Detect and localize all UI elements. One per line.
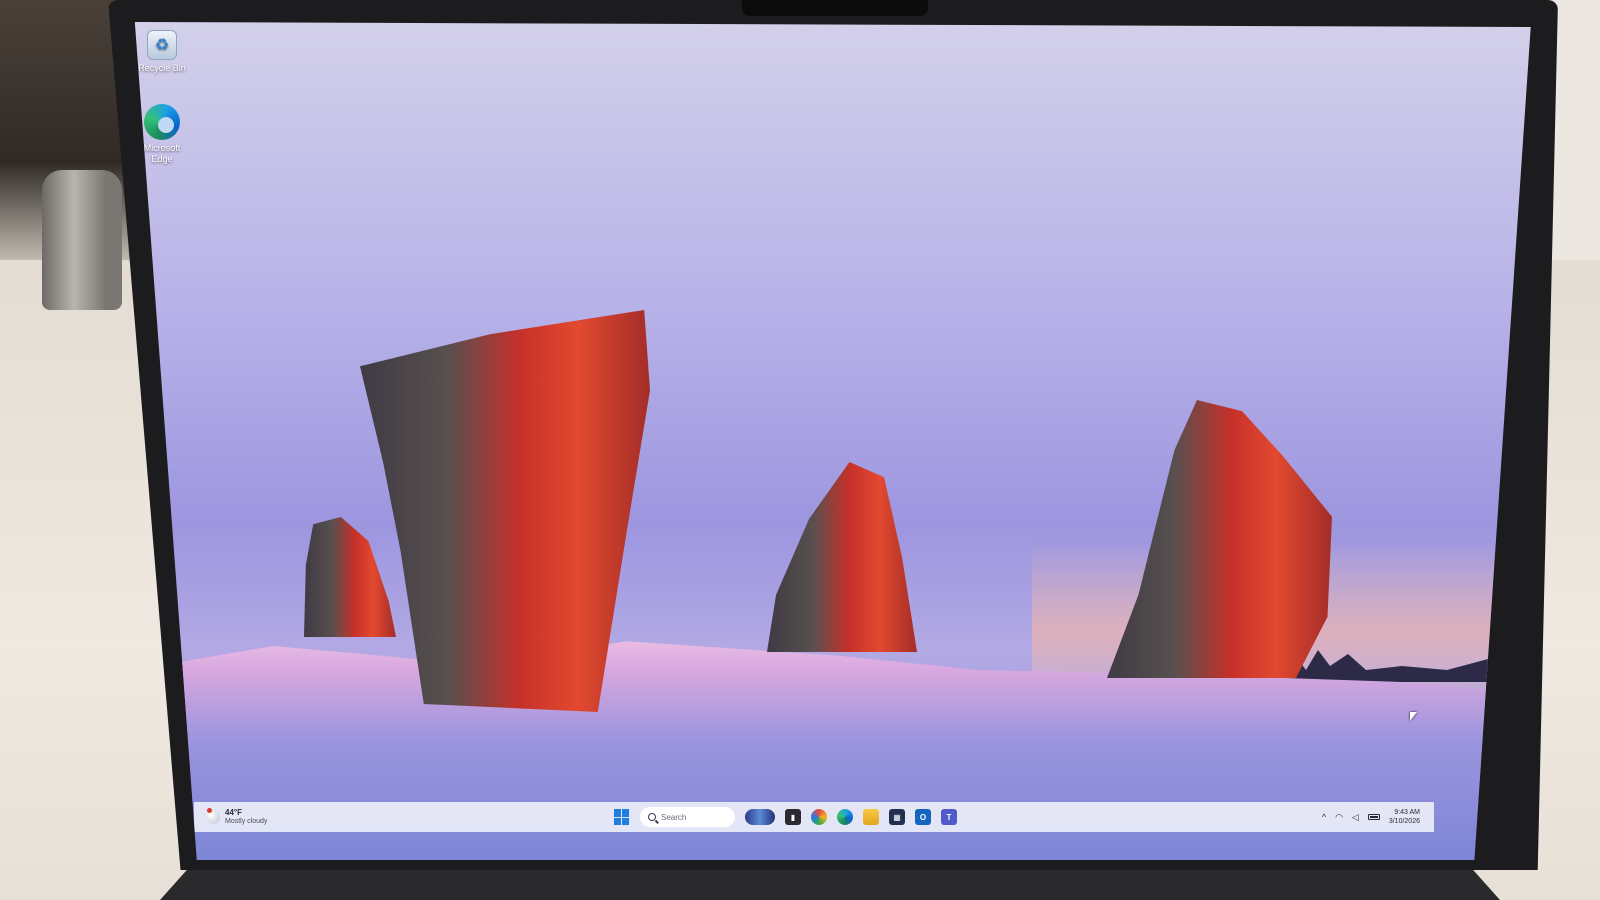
system-tray: ^ ◠ ◁ 9:43 AM 3/10/2026 [1322,808,1434,826]
edge-icon [144,104,180,140]
mouse-cursor [1410,712,1417,721]
search-placeholder: Search [661,812,687,822]
camera-notch [742,0,928,16]
clock[interactable]: 9:43 AM 3/10/2026 [1389,808,1420,826]
clock-date: 3/10/2026 [1388,818,1420,825]
taskbar: 44°F Mostly cloudy Search ▮ ▦ O T ^ ◠ ◁ [194,802,1434,832]
weather-cloud-icon [206,808,220,824]
wifi-icon[interactable]: ◠ [1335,812,1343,823]
desktop-screen: ♻ Recycle Bin Microsoft Edge 44°F Mostly… [134,22,1531,860]
start-button[interactable] [614,809,630,825]
store-icon[interactable]: ▦ [889,809,905,825]
recycle-bin-icon: ♻ [147,30,177,60]
show-hidden-icons-chevron-icon[interactable]: ^ [1322,812,1326,822]
copilot-icon[interactable] [811,809,827,825]
file-explorer-icon[interactable] [863,809,879,825]
background-faucet [42,170,122,310]
edge-icon[interactable] [837,809,853,825]
battery-icon[interactable] [1367,814,1380,820]
wallpaper-rock-small [304,517,396,637]
clock-time: 9:43 AM [1394,809,1420,816]
outlook-icon[interactable]: O [915,809,931,825]
wallpaper-rock-right [1107,400,1332,678]
weather-condition: Mostly cloudy [225,818,268,825]
teams-icon[interactable]: T [941,809,957,825]
laptop-hinge [160,870,1500,900]
tv-icon[interactable]: ▮ [785,809,801,825]
volume-icon[interactable]: ◁ [1352,812,1359,823]
widgets-icon[interactable] [745,809,775,825]
desktop-icon-label: Recycle Bin [138,63,186,73]
taskbar-center: Search ▮ ▦ O T [614,807,957,827]
weather-temperature: 44°F [225,808,242,817]
taskbar-search[interactable]: Search [640,807,735,827]
search-icon [648,813,656,821]
desktop-icon-recycle-bin[interactable]: ♻ Recycle Bin [135,30,192,74]
wallpaper-rock-large [360,310,650,712]
wallpaper-rock-middle [767,462,917,652]
weather-widget[interactable]: 44°F Mostly cloudy [194,808,614,826]
